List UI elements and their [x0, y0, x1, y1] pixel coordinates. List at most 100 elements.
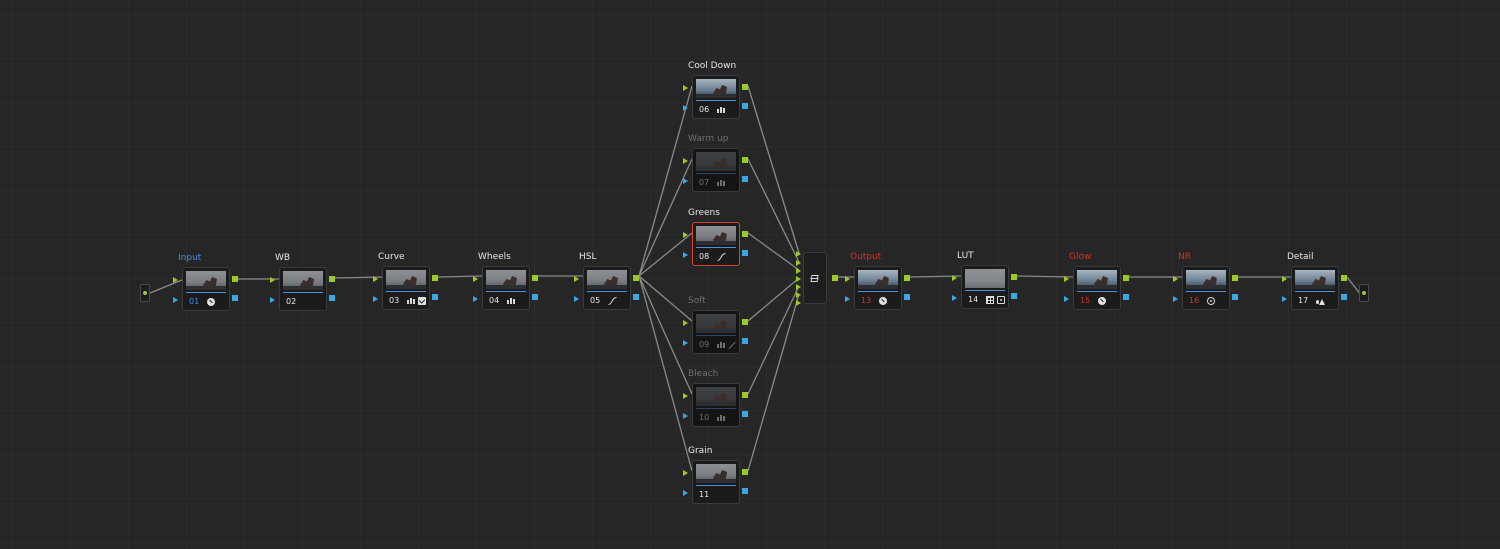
rgb-output-pin[interactable] — [742, 84, 748, 90]
mixer-input-pin[interactable] — [796, 292, 801, 298]
mixer-input-pin[interactable] — [796, 268, 801, 274]
alpha-output-pin[interactable] — [1341, 294, 1347, 300]
rgb-input-pin[interactable] — [683, 85, 688, 91]
rgb-output-pin[interactable] — [1341, 275, 1347, 281]
node-13-output[interactable]: Output 13 — [845, 252, 910, 310]
node-number: 03 — [389, 296, 400, 305]
node-graph-canvas[interactable]: Input 01 WB 02 Curve 03 Wheels 04 HSL 05 — [0, 0, 1500, 549]
alpha-input-pin[interactable] — [683, 252, 688, 258]
rgb-output-pin[interactable] — [1123, 275, 1129, 281]
node-11-grain[interactable]: Grain 11 — [683, 446, 748, 504]
rgb-input-pin[interactable] — [270, 277, 275, 283]
node-05-hsl[interactable]: HSL 05 — [574, 252, 639, 310]
alpha-input-pin[interactable] — [574, 296, 579, 302]
node-01-input[interactable]: Input 01 — [173, 253, 238, 311]
alpha-input-pin[interactable] — [473, 296, 478, 302]
alpha-input-pin[interactable] — [1064, 296, 1069, 302]
mixer-input-pin[interactable] — [796, 284, 801, 290]
node-15-glow[interactable]: Glow 15 — [1064, 252, 1129, 310]
rgb-input-pin[interactable] — [845, 276, 850, 282]
rgb-input-pin[interactable] — [1064, 276, 1069, 282]
alpha-input-pin[interactable] — [270, 297, 275, 303]
rgb-input-pin[interactable] — [1282, 276, 1287, 282]
alpha-input-pin[interactable] — [952, 295, 957, 301]
node-04-wheels[interactable]: Wheels 04 — [473, 252, 538, 310]
alpha-input-pin[interactable] — [683, 105, 688, 111]
alpha-input-pin[interactable] — [373, 296, 378, 302]
alpha-input-pin[interactable] — [845, 296, 850, 302]
rgb-input-pin[interactable] — [683, 470, 688, 476]
alpha-input-pin[interactable] — [683, 413, 688, 419]
rgb-output-pin[interactable] — [742, 392, 748, 398]
alpha-output-pin[interactable] — [742, 488, 748, 494]
mixer-input-pin[interactable] — [796, 300, 801, 306]
node-16-nr[interactable]: NR 16 — [1173, 252, 1238, 310]
wire-12 — [747, 85, 800, 254]
alpha-output-pin[interactable] — [742, 103, 748, 109]
mixer-input-pin[interactable] — [796, 276, 801, 282]
mixer-input-pin[interactable] — [796, 251, 801, 257]
mixer-input-pin[interactable] — [796, 260, 801, 266]
alpha-output-pin[interactable] — [1232, 294, 1238, 300]
alpha-input-pin[interactable] — [683, 490, 688, 496]
alpha-output-pin[interactable] — [1011, 293, 1017, 299]
rgb-input-pin[interactable] — [683, 158, 688, 164]
grid-icon — [986, 295, 994, 304]
alpha-output-pin[interactable] — [904, 294, 910, 300]
rgb-input-pin[interactable] — [173, 277, 178, 283]
alpha-output-pin[interactable] — [742, 250, 748, 256]
rgb-input-pin[interactable] — [574, 276, 579, 282]
alpha-output-pin[interactable] — [1123, 294, 1129, 300]
mixer-output-pin[interactable] — [832, 275, 838, 281]
node-10-bleach[interactable]: Bleach 10 — [683, 369, 748, 427]
node-09-soft[interactable]: Soft 09 — [683, 296, 748, 354]
rgb-output-pin[interactable] — [432, 275, 438, 281]
node-number: 07 — [699, 178, 710, 187]
rgb-input-pin[interactable] — [1173, 276, 1178, 282]
alpha-output-pin[interactable] — [532, 294, 538, 300]
node-14-lut[interactable]: LUT 14 — [952, 251, 1017, 309]
rgb-input-pin[interactable] — [683, 232, 688, 238]
rgb-input-pin[interactable] — [952, 275, 957, 281]
rgb-output-pin[interactable] — [1232, 275, 1238, 281]
rgb-input-pin[interactable] — [373, 276, 378, 282]
alpha-output-pin[interactable] — [742, 176, 748, 182]
node-number: 08 — [699, 252, 710, 261]
alpha-output-pin[interactable] — [742, 338, 748, 344]
alpha-input-pin[interactable] — [1282, 296, 1287, 302]
rgb-output-pin[interactable] — [532, 275, 538, 281]
rgb-input-pin[interactable] — [683, 393, 688, 399]
rgb-output-pin[interactable] — [1011, 274, 1017, 280]
source-input-endpoint[interactable] — [140, 284, 150, 302]
node-title: Output — [850, 252, 882, 262]
rgb-output-pin[interactable] — [329, 276, 335, 282]
node-06-cool-down[interactable]: Cool Down 06 — [683, 61, 748, 119]
alpha-output-pin[interactable] — [329, 295, 335, 301]
rgb-output-pin[interactable] — [742, 231, 748, 237]
node-02-wb[interactable]: WB 02 — [270, 253, 335, 311]
node-07-warm-up[interactable]: Warm up 07 — [683, 134, 748, 192]
output-endpoint[interactable] — [1359, 284, 1369, 302]
rgb-output-pin[interactable] — [232, 276, 238, 282]
alpha-input-pin[interactable] — [683, 178, 688, 184]
rgb-output-pin[interactable] — [742, 469, 748, 475]
layer-mixer-node[interactable] — [796, 251, 838, 306]
node-03-curve[interactable]: Curve 03 — [373, 252, 438, 310]
node-08-greens[interactable]: Greens 08 — [683, 208, 748, 266]
alpha-input-pin[interactable] — [173, 297, 178, 303]
rgb-output-pin[interactable] — [742, 319, 748, 325]
wire-7 — [638, 158, 693, 277]
alpha-output-pin[interactable] — [232, 295, 238, 301]
rgb-output-pin[interactable] — [742, 157, 748, 163]
alpha-input-pin[interactable] — [1173, 296, 1178, 302]
rgb-output-pin[interactable] — [904, 275, 910, 281]
alpha-output-pin[interactable] — [633, 294, 639, 300]
camera-icon — [997, 295, 1005, 304]
rgb-input-pin[interactable] — [683, 320, 688, 326]
rgb-output-pin[interactable] — [633, 275, 639, 281]
alpha-input-pin[interactable] — [683, 340, 688, 346]
alpha-output-pin[interactable] — [742, 411, 748, 417]
rgb-input-pin[interactable] — [473, 276, 478, 282]
node-17-detail[interactable]: Detail 17 — [1282, 252, 1347, 310]
alpha-output-pin[interactable] — [432, 294, 438, 300]
